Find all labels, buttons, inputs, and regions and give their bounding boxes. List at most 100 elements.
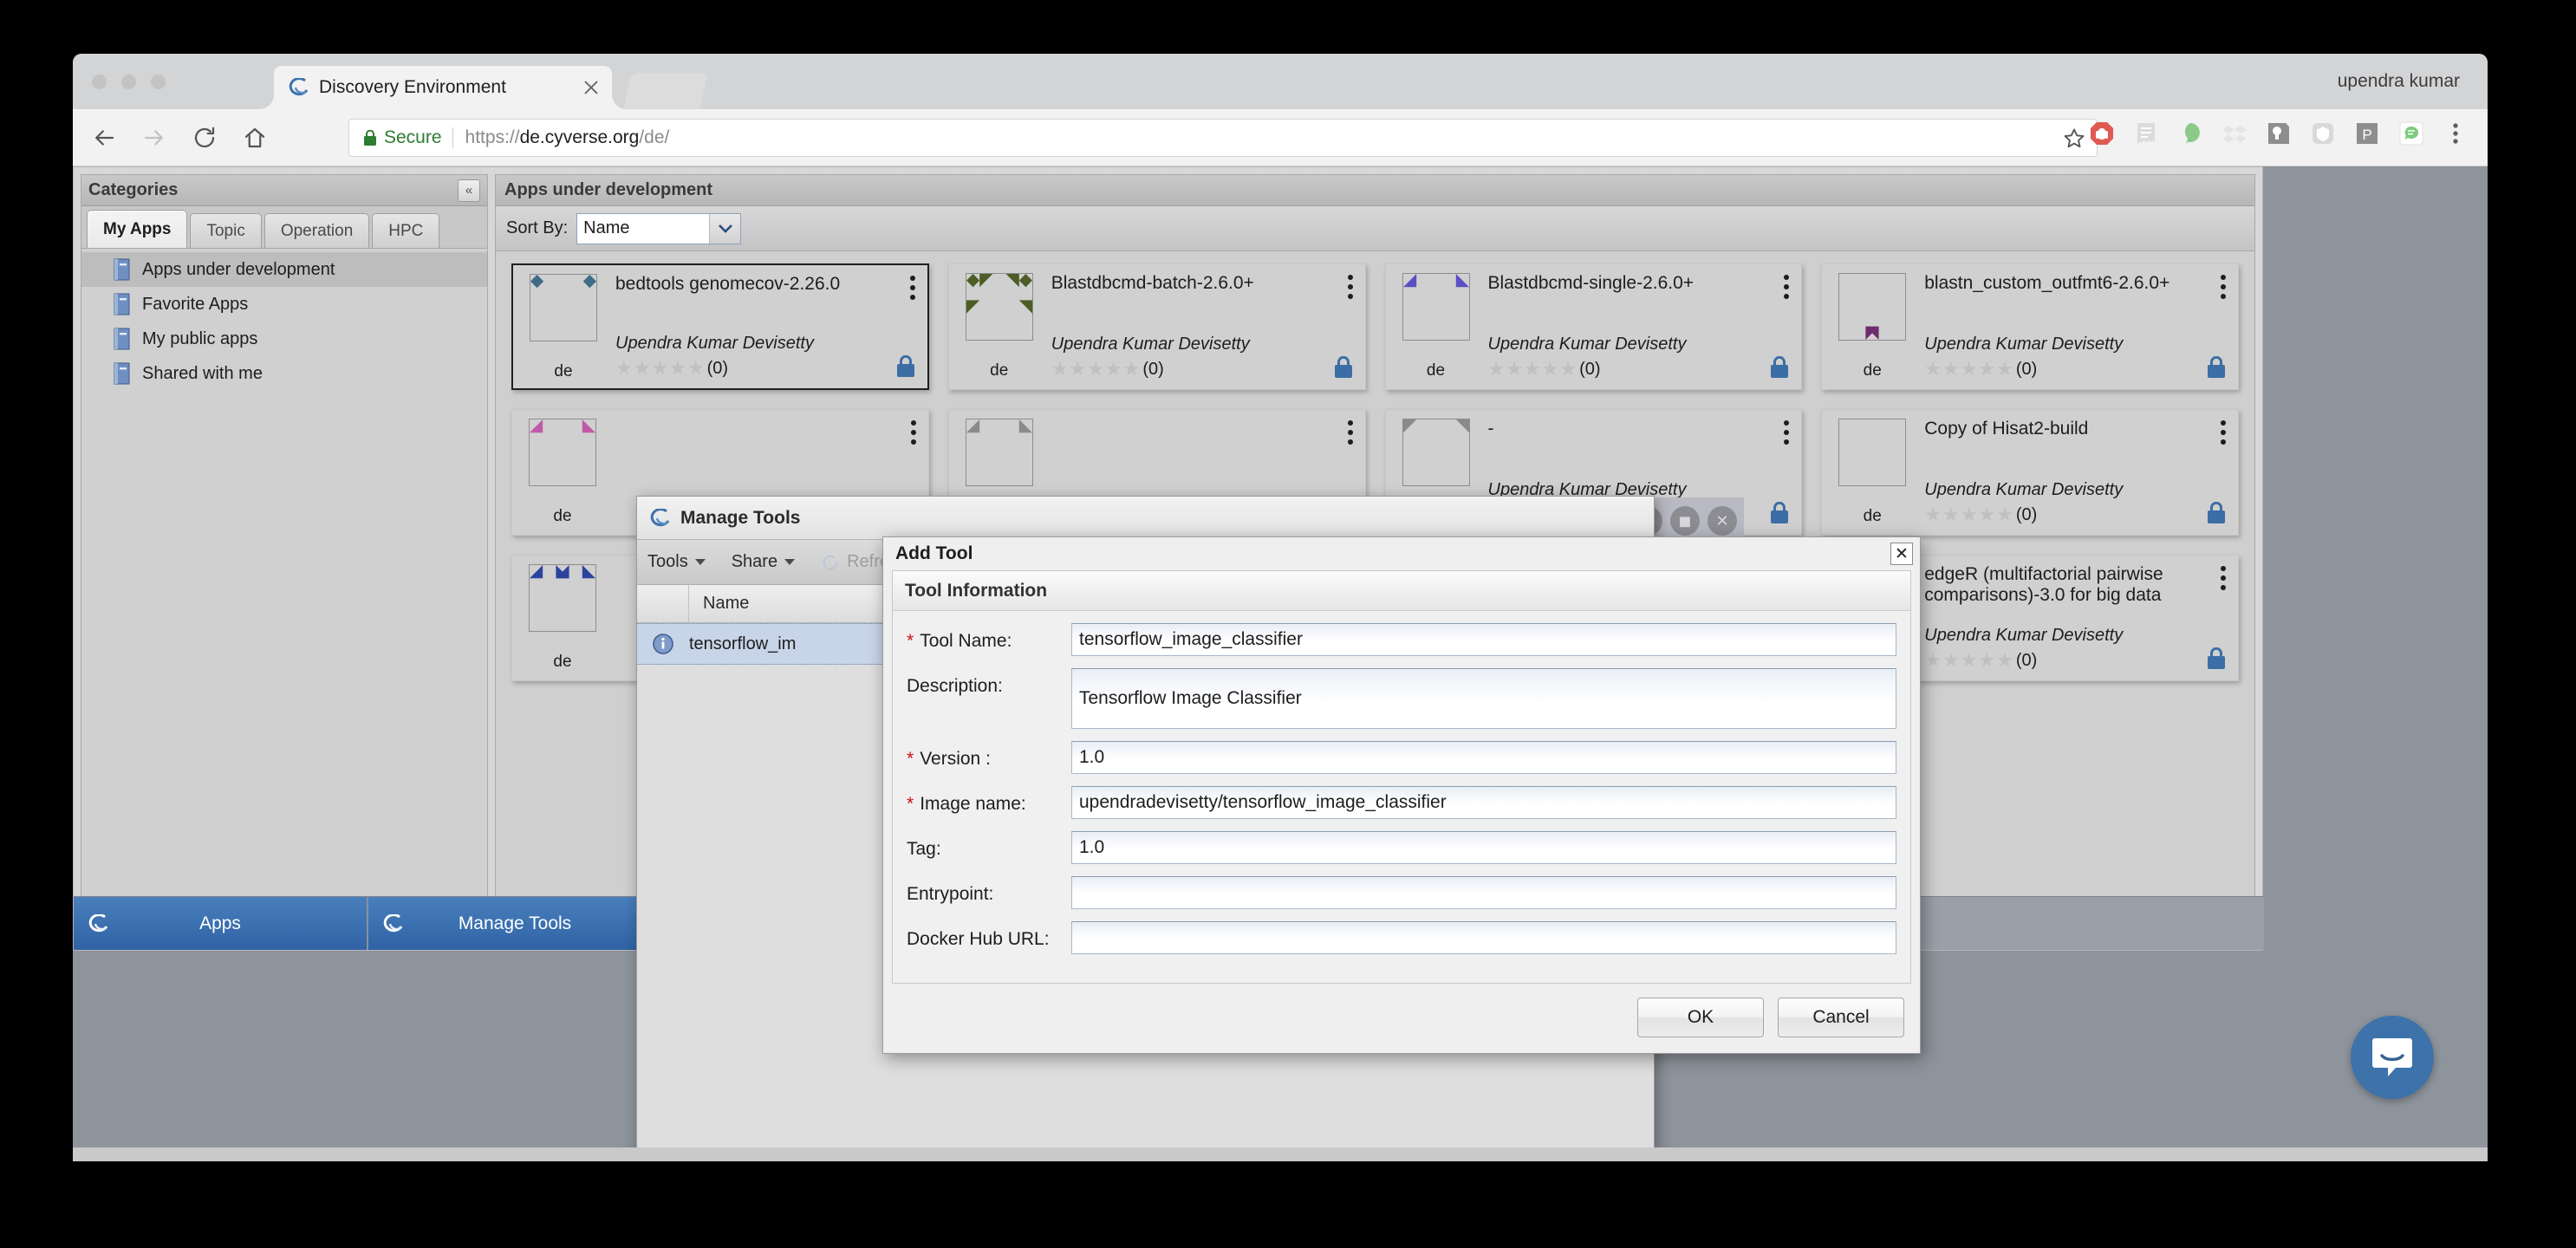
close-icon[interactable]: ✕: [1708, 506, 1737, 536]
collapse-panel-button[interactable]: «: [458, 179, 480, 202]
field-input[interactable]: [1071, 921, 1896, 954]
field-label-text: Tag:: [907, 839, 941, 859]
field-input[interactable]: [1071, 668, 1896, 729]
categories-title: Categories: [88, 180, 179, 199]
field-input[interactable]: [1071, 623, 1896, 656]
taskbar-button-manage-tools[interactable]: Manage Tools: [368, 897, 663, 950]
adblock-icon[interactable]: [2089, 120, 2115, 146]
app-rating-count: (0): [2015, 650, 2038, 670]
app-thumbnail-wrap: de: [523, 564, 602, 672]
tab-my-apps[interactable]: My Apps: [87, 210, 188, 248]
taskbar-button-apps[interactable]: Apps: [74, 897, 368, 950]
star-icon[interactable]: [2062, 127, 2086, 151]
manage-tools-titlebar[interactable]: Manage Tools: [637, 497, 1654, 540]
refresh-icon: [823, 555, 838, 569]
sidebar-item-favorite-apps[interactable]: Favorite Apps: [81, 287, 487, 322]
address-bar[interactable]: Secure https://de.cyverse.org/de/: [348, 119, 2098, 157]
app-system-label: de: [554, 362, 573, 380]
app-rating[interactable]: ★★★★★(0): [615, 357, 917, 380]
app-rating[interactable]: ★★★★★(0): [1924, 358, 2228, 380]
app-menu-icon[interactable]: [2221, 275, 2228, 303]
tab-operation[interactable]: Operation: [263, 213, 370, 248]
chat-icon[interactable]: [2398, 120, 2424, 146]
field-label: Entrypoint:: [907, 876, 1071, 905]
sort-by-select[interactable]: Name: [576, 212, 742, 244]
close-window-button[interactable]: [92, 75, 107, 89]
chevron-down-icon: [694, 559, 706, 565]
app-card[interactable]: de Copy of Hisat2-build Upendra Kumar Devi…: [1821, 409, 2239, 536]
menu-tools[interactable]: Tools: [647, 552, 706, 572]
app-menu-icon[interactable]: [2221, 566, 2228, 595]
app-title: bedtools genomecov-2.26.0: [615, 274, 841, 294]
green-circle-icon[interactable]: [2177, 120, 2203, 146]
apps-toolbar: Sort By: Name: [496, 206, 2254, 251]
app-menu-icon[interactable]: [1784, 275, 1791, 303]
cancel-button[interactable]: Cancel: [1778, 998, 1904, 1037]
app-menu-icon[interactable]: [1784, 420, 1791, 449]
lightbulb-icon[interactable]: [2266, 120, 2292, 146]
app-rating[interactable]: ★★★★★(0): [1924, 649, 2228, 672]
page-bottom-bar: [73, 1147, 2488, 1161]
add-tool-titlebar[interactable]: Add Tool ✕: [883, 537, 1920, 570]
app-thumbnail-wrap: de: [524, 274, 603, 380]
field-label-text: Description:: [907, 676, 1003, 696]
extension-icons: P: [2089, 120, 2469, 146]
app-rating[interactable]: ★★★★★(0): [1488, 358, 1792, 380]
close-tab-icon[interactable]: [581, 77, 602, 98]
app-thumbnail-icon: [965, 273, 1033, 341]
app-title: blastn_custom_outfmt6-2.6.0+: [1924, 273, 2170, 293]
home-icon[interactable]: [236, 119, 274, 157]
field-input[interactable]: [1071, 876, 1896, 909]
app-rating[interactable]: ★★★★★(0): [1051, 358, 1355, 380]
close-icon[interactable]: ✕: [1890, 543, 1913, 565]
menu-share[interactable]: Share: [732, 552, 796, 572]
new-tab-placeholder[interactable]: [623, 73, 708, 109]
app-menu-icon[interactable]: [2221, 420, 2228, 449]
tab-topic[interactable]: Topic: [190, 213, 262, 248]
browser-tab-discovery-environment[interactable]: Discovery Environment: [259, 66, 627, 109]
maximize-icon[interactable]: ◼: [1670, 506, 1700, 536]
tab-hpc[interactable]: HPC: [372, 213, 440, 248]
required-marker: *: [907, 749, 914, 769]
field-input[interactable]: [1071, 786, 1896, 819]
shield-icon[interactable]: [2310, 120, 2336, 146]
sidebar-item-my-public-apps[interactable]: My public apps: [81, 322, 487, 356]
dropbox-icon[interactable]: [2221, 120, 2247, 146]
minimize-window-button[interactable]: [121, 75, 136, 89]
three-dot-menu-icon[interactable]: [2443, 120, 2469, 146]
sidebar-item-shared-with-me[interactable]: Shared with me: [81, 356, 487, 391]
app-card-body: bedtools genomecov-2.26.0 Upendra Kumar D…: [603, 274, 917, 380]
chevron-down-icon[interactable]: [709, 213, 741, 244]
app-menu-icon[interactable]: [909, 276, 917, 304]
pocket-icon[interactable]: P: [2354, 120, 2380, 146]
app-rating-count: (0): [2015, 359, 2038, 379]
tool-name-cell: tensorflow_im: [689, 634, 797, 653]
categories-tabs: My Apps Topic Operation HPC: [81, 206, 487, 248]
app-card[interactable]: de bedtools genomecov-2.26.0 Upendra Kumar…: [511, 263, 929, 390]
app-menu-icon[interactable]: [910, 420, 918, 449]
categories-panel: Categories « My Apps Topic Operation HPC: [81, 174, 488, 937]
app-card[interactable]: de blastn_custom_outfmt6-2.6.0+ Upendra Ku…: [1821, 263, 2239, 390]
sidebar-item-label: My public apps: [142, 328, 258, 348]
app-rating[interactable]: ★★★★★(0): [1924, 504, 2228, 526]
ok-button[interactable]: OK: [1637, 998, 1764, 1037]
profile-name[interactable]: upendra kumar: [2338, 71, 2460, 92]
app-menu-icon[interactable]: [1347, 275, 1355, 303]
app-card[interactable]: de Blastdbcmd-single-2.6.0+ Upendra Kumar …: [1384, 263, 1803, 390]
field-input[interactable]: [1071, 741, 1896, 774]
app-menu-icon[interactable]: [1347, 420, 1355, 449]
info-icon[interactable]: [652, 633, 674, 655]
forward-arrow-icon[interactable]: [135, 119, 173, 157]
back-arrow-icon[interactable]: [85, 119, 123, 157]
app-card[interactable]: de Blastdbcmd-batch-2.6.0+ Upendra Kumar D…: [947, 263, 1366, 390]
intercom-launcher-button[interactable]: [2351, 1016, 2434, 1099]
app-card-body: Blastdbcmd-single-2.6.0+ Upendra Kumar De…: [1476, 273, 1792, 380]
maximize-window-button[interactable]: [151, 75, 166, 89]
app-author: Upendra Kumar Devisetty: [1487, 335, 1687, 354]
required-marker: *: [907, 794, 914, 814]
reload-icon[interactable]: [185, 119, 224, 157]
svg-text:P: P: [2362, 127, 2371, 143]
sidebar-item-apps-under-development[interactable]: Apps under development: [81, 252, 487, 287]
notes-icon[interactable]: [2133, 120, 2159, 146]
field-input[interactable]: [1071, 831, 1896, 864]
